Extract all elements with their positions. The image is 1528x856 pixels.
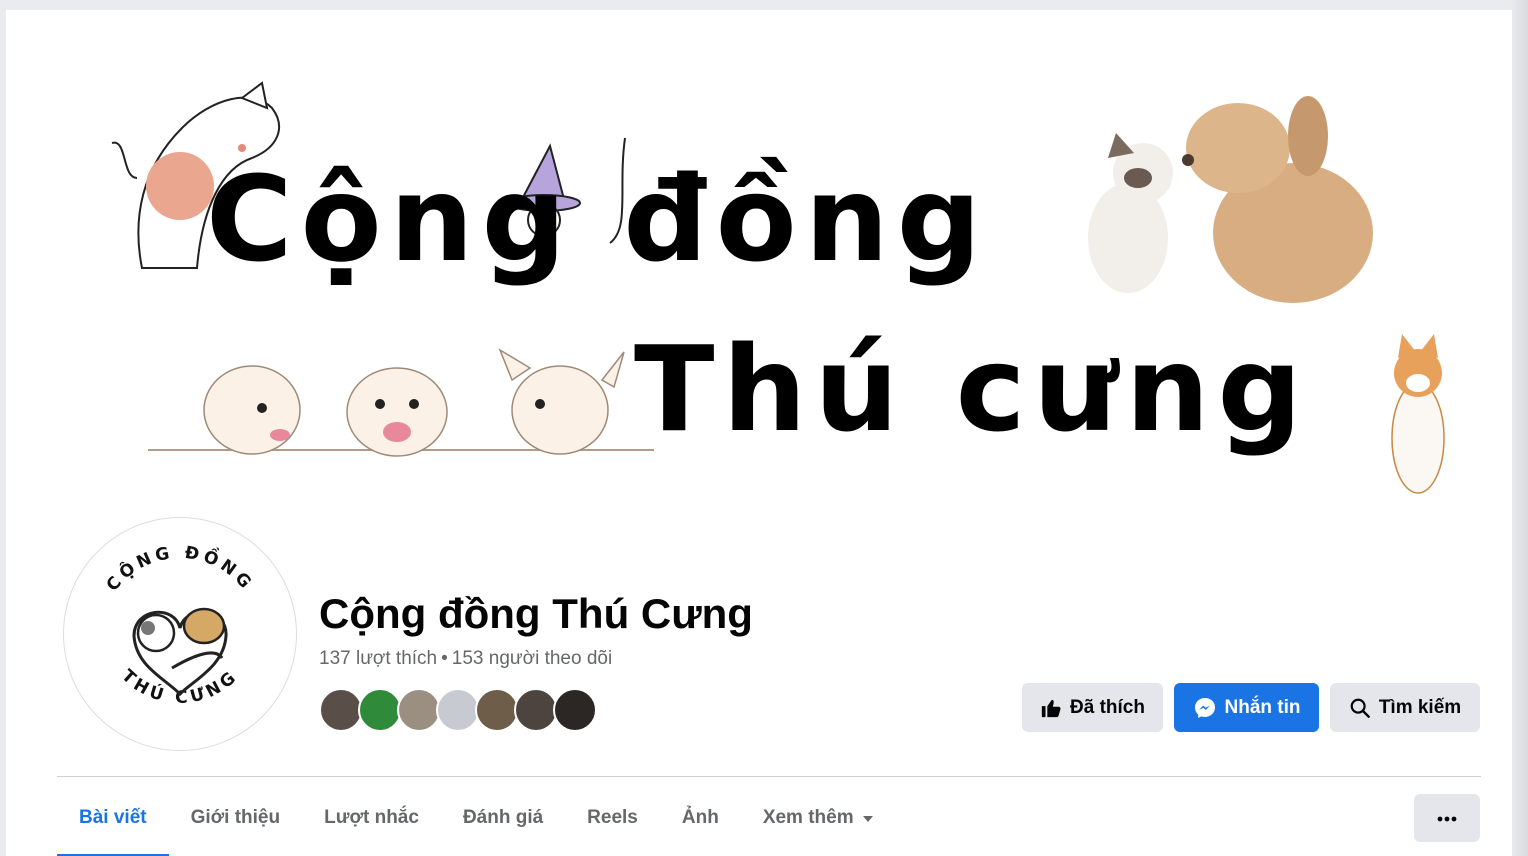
friend-avatar[interactable] <box>358 688 402 732</box>
message-button-label: Nhắn tin <box>1224 696 1301 718</box>
tab-label: Đánh giá <box>462 807 544 828</box>
page-tabs: Bài viết Giới thiệu Lượt nhắc Đánh giá R… <box>57 778 896 856</box>
friend-avatar[interactable] <box>475 688 519 732</box>
friend-avatar[interactable] <box>514 688 558 732</box>
followers-count[interactable]: 153 người theo dõi <box>452 648 612 669</box>
messenger-icon <box>1193 696 1217 720</box>
search-icon <box>1349 697 1371 719</box>
message-button[interactable]: Nhắn tin <box>1174 683 1319 732</box>
puppies-illustration <box>148 348 654 457</box>
search-button-label: Tìm kiếm <box>1378 696 1462 718</box>
page-card: Cộng đồng Thú cưng CỘNG ĐỒNG THÚ CƯNG Cộ… <box>6 10 1512 856</box>
svg-text:CỘNG ĐỒNG: CỘNG ĐỒNG <box>103 543 258 596</box>
liked-button[interactable]: Đã thích <box>1022 683 1163 732</box>
cover-title-line2: Thú cưng <box>634 320 1311 458</box>
cover-photo[interactable]: Cộng đồng Thú cưng <box>6 10 1512 510</box>
cover-title-line1: Cộng đồng <box>206 150 990 288</box>
tab-label: Giới thiệu <box>190 807 281 828</box>
tab-label: Reels <box>587 807 638 828</box>
avatar-bottom-text: THÚ CƯNG <box>117 666 238 708</box>
friend-avatar[interactable] <box>436 688 480 732</box>
svg-text:THÚ CƯNG: THÚ CƯNG <box>117 666 242 708</box>
profile-avatar[interactable]: CỘNG ĐỒNG THÚ CƯNG <box>63 517 297 751</box>
tab-mentions[interactable]: Lượt nhắc <box>302 778 441 856</box>
caret-down-icon <box>862 807 874 829</box>
likes-count[interactable]: 137 lượt thích <box>319 648 437 669</box>
page-stats: 137 lượt thích • 153 người theo dõi <box>319 648 612 670</box>
orange-cat-illustration <box>1391 334 1445 494</box>
tab-label: Ảnh <box>681 807 719 828</box>
avatar-top-text: CỘNG ĐỒNG <box>103 543 254 596</box>
tabs-divider <box>57 776 1481 777</box>
tab-reels[interactable]: Reels <box>565 778 660 856</box>
tab-see-more[interactable]: Xem thêm <box>741 778 896 856</box>
friend-avatar[interactable] <box>553 688 597 732</box>
cat-dog-kiss-illustration <box>1088 96 1373 303</box>
liked-button-label: Đã thích <box>1070 696 1145 718</box>
thumbs-up-icon <box>1040 697 1062 719</box>
friend-avatar[interactable] <box>319 688 363 732</box>
avatar-logo: CỘNG ĐỒNG THÚ CƯNG <box>103 543 258 708</box>
scrollbar[interactable] <box>1512 0 1528 856</box>
tab-photos[interactable]: Ảnh <box>660 778 741 856</box>
tab-reviews[interactable]: Đánh giá <box>441 778 565 856</box>
tab-label: Xem thêm <box>762 807 854 828</box>
tab-label: Bài viết <box>79 807 147 828</box>
search-button[interactable]: Tìm kiếm <box>1330 683 1480 732</box>
ellipsis-icon <box>1437 809 1457 827</box>
tab-label: Lượt nhắc <box>324 807 419 828</box>
more-options-button[interactable] <box>1414 794 1480 842</box>
page-title: Cộng đồng Thú Cưng <box>319 590 753 637</box>
tab-posts[interactable]: Bài viết <box>57 778 169 856</box>
stats-separator: • <box>441 648 448 669</box>
friend-avatar[interactable] <box>397 688 441 732</box>
tab-about[interactable]: Giới thiệu <box>169 778 303 856</box>
